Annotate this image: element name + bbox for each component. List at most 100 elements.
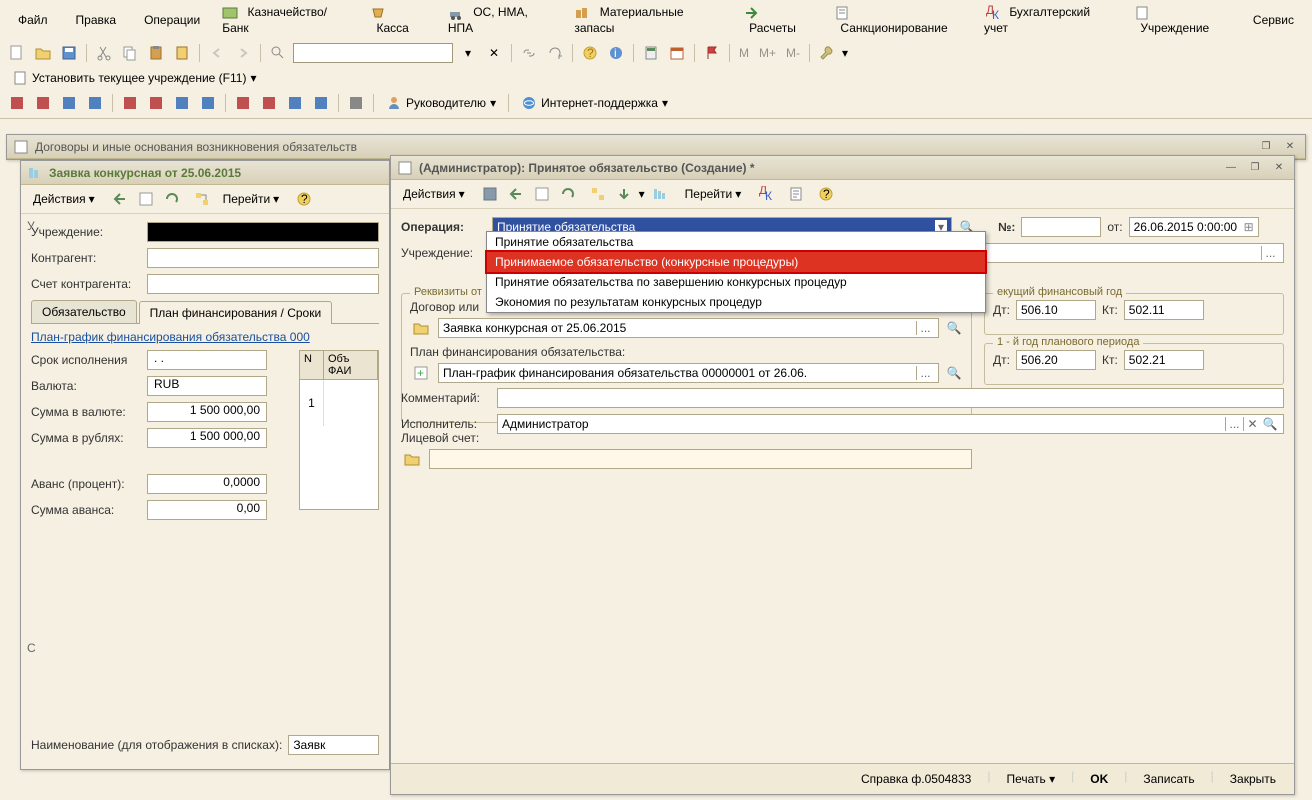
op-option-1[interactable]: Принятие обязательства [487,232,985,252]
main-doc-icon[interactable] [531,183,553,205]
dt2-field[interactable]: 506.20 [1016,350,1096,370]
contract-field[interactable]: Заявка конкурсная от 25.06.2015... [438,318,939,338]
icon-3[interactable] [58,92,80,114]
memory-mminus[interactable]: M- [783,46,803,60]
icon-10[interactable] [258,92,280,114]
memory-m[interactable]: M [736,46,752,60]
wrench-dropdown[interactable]: ▾ [842,46,848,60]
icon-4[interactable] [84,92,106,114]
memory-mplus[interactable]: M+ [756,46,779,60]
print-button[interactable]: Печать ▾ [996,769,1065,789]
open-icon[interactable] [32,42,54,64]
menu-os[interactable]: ОС, НМА, НПА [442,3,565,37]
find-icon[interactable] [267,42,289,64]
menu-cash[interactable]: Касса [364,3,437,37]
icon-8[interactable] [197,92,219,114]
op-option-2[interactable]: Принимаемое обязательство (конкурсные пр… [487,252,985,272]
main-bars-icon[interactable] [649,183,671,205]
new-doc-icon[interactable] [6,42,28,64]
main-maximize-icon[interactable]: ❐ [1246,160,1264,176]
menu-edit[interactable]: Правка [64,11,129,29]
cut-icon[interactable] [93,42,115,64]
main-goto-menu[interactable]: Перейти ▾ [679,185,748,203]
close-button[interactable]: Закрыть [1220,769,1286,789]
icon-12[interactable] [310,92,332,114]
kt2-field[interactable]: 502.21 [1124,350,1204,370]
calc-icon[interactable] [640,42,662,64]
main-struct-icon[interactable] [587,183,609,205]
calendar-icon[interactable] [666,42,688,64]
menu-file[interactable]: Файл [6,11,60,29]
left-account-field[interactable] [147,274,379,294]
ls-field[interactable] [429,449,972,469]
icon-2[interactable] [32,92,54,114]
plan-lookup-icon[interactable]: 🔍 [945,364,963,382]
menu-institution[interactable]: Учреждение [1128,3,1237,37]
link-icon[interactable] [518,42,540,64]
info-icon[interactable]: i [605,42,627,64]
icon-1[interactable] [6,92,28,114]
manager-button[interactable]: Руководителю ▾ [380,93,502,113]
icon-6[interactable] [145,92,167,114]
main-dk-icon[interactable]: ДК [755,183,777,205]
icon-11[interactable] [284,92,306,114]
sum-curr-field[interactable]: 1 500 000,00 [147,402,267,422]
avans-sum-field[interactable]: 0,00 [147,500,267,520]
icon-7[interactable] [171,92,193,114]
menu-materials[interactable]: Материальные запасы [568,3,733,37]
refresh-icon[interactable] [544,42,566,64]
help-icon[interactable]: ? [579,42,601,64]
search-input[interactable] [293,43,453,63]
executor-field[interactable]: Администратор...✕🔍 [497,414,1284,434]
tab-plan[interactable]: План финансирования / Сроки [139,301,333,324]
left-struct-icon[interactable] [191,188,213,210]
main-save-icon[interactable] [479,183,501,205]
deadline-field[interactable]: . . [147,350,267,370]
op-option-4[interactable]: Экономия по результатам конкурсных проце… [487,292,985,312]
save-icon[interactable] [58,42,80,64]
paste-icon[interactable] [145,42,167,64]
ok-button[interactable]: OK [1080,769,1118,789]
reference-button[interactable]: Справка ф.0504833 [851,769,981,789]
menu-sanctioning[interactable]: Санкционирование [828,3,974,37]
clear-icon[interactable]: ✕ [483,42,505,64]
contract-folder-icon[interactable] [410,317,432,339]
left-refresh-icon[interactable] [161,188,183,210]
menu-settlements[interactable]: Расчеты [737,3,824,37]
sum-rub-field[interactable]: 1 500 000,00 [147,428,267,448]
icon-5[interactable] [119,92,141,114]
left-institution-field[interactable] [147,222,379,242]
ls-folder-icon[interactable] [401,448,423,470]
redo-icon[interactable] [232,42,254,64]
main-close-icon[interactable]: ✕ [1270,160,1288,176]
currency-field[interactable]: RUB [147,376,267,396]
icon-9[interactable] [232,92,254,114]
date-field[interactable]: 26.06.2015 0:00:00⊞ [1129,217,1259,237]
left-help-icon[interactable]: ? [293,188,315,210]
main-down-icon[interactable] [613,183,635,205]
search-dropdown-icon[interactable]: ▾ [457,42,479,64]
main-actions-menu[interactable]: Действия ▾ [397,185,471,203]
flag-icon[interactable] [701,42,723,64]
number-field[interactable] [1021,217,1101,237]
contract-lookup-icon[interactable]: 🔍 [945,319,963,337]
main-help-icon[interactable]: ? [815,183,837,205]
clipboard-icon[interactable] [171,42,193,64]
support-button[interactable]: Интернет-поддержка ▾ [515,93,674,113]
avans-pct-field[interactable]: 0,0000 [147,474,267,494]
undo-icon[interactable] [206,42,228,64]
dt1-field[interactable]: 506.10 [1016,300,1096,320]
set-institution-button[interactable]: Установить текущее учреждение (F11) ▾ [6,68,262,88]
menu-treasury[interactable]: Казначейство/Банк [216,3,360,37]
kt1-field[interactable]: 502.11 [1124,300,1204,320]
left-contragent-field[interactable] [147,248,379,268]
copy-icon[interactable] [119,42,141,64]
menu-service[interactable]: Сервис [1241,11,1306,29]
tab-obligation[interactable]: Обязательство [31,300,137,323]
wrench-icon[interactable] [816,42,838,64]
icon-13[interactable] [345,92,367,114]
left-actions-menu[interactable]: Действия ▾ [27,190,101,208]
main-refresh-icon[interactable] [557,183,579,205]
plan-add-icon[interactable]: + [410,362,432,384]
main-down-dd[interactable]: ▾ [639,187,645,201]
